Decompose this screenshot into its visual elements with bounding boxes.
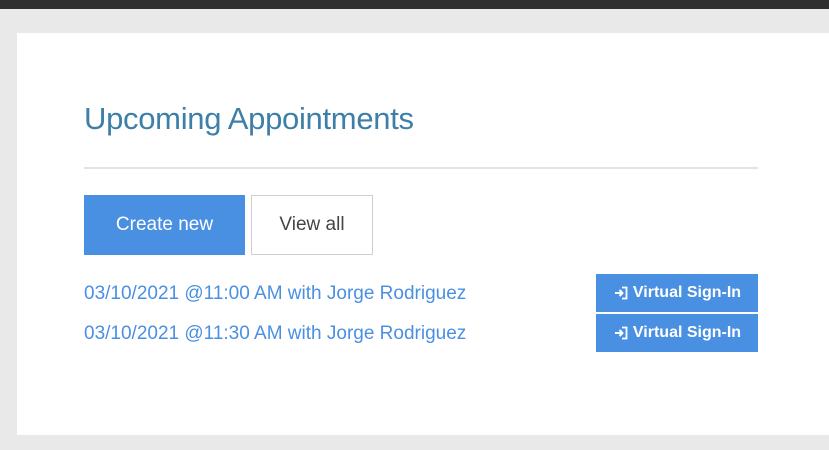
create-new-button[interactable]: Create new bbox=[84, 195, 245, 255]
top-bar bbox=[0, 0, 829, 9]
virtual-sign-in-label: Virtual Sign-In bbox=[632, 324, 742, 341]
virtual-sign-in-button[interactable]: Virtual Sign-In bbox=[596, 314, 758, 352]
appointment-link[interactable]: 03/10/2021 @11:30 AM with Jorge Rodrigue… bbox=[84, 323, 466, 345]
view-all-button[interactable]: View all bbox=[251, 195, 373, 255]
divider bbox=[84, 167, 758, 169]
appointment-link[interactable]: 03/10/2021 @11:00 AM with Jorge Rodrigue… bbox=[84, 283, 466, 305]
virtual-sign-in-label: Virtual Sign-In bbox=[632, 284, 742, 301]
virtual-sign-in-button[interactable]: Virtual Sign-In bbox=[596, 274, 758, 312]
appointments-panel: Upcoming Appointments Create new View al… bbox=[17, 33, 829, 435]
panel-title: Upcoming Appointments bbox=[84, 101, 414, 136]
sign-in-icon bbox=[613, 325, 629, 341]
sign-in-icon bbox=[613, 285, 629, 301]
